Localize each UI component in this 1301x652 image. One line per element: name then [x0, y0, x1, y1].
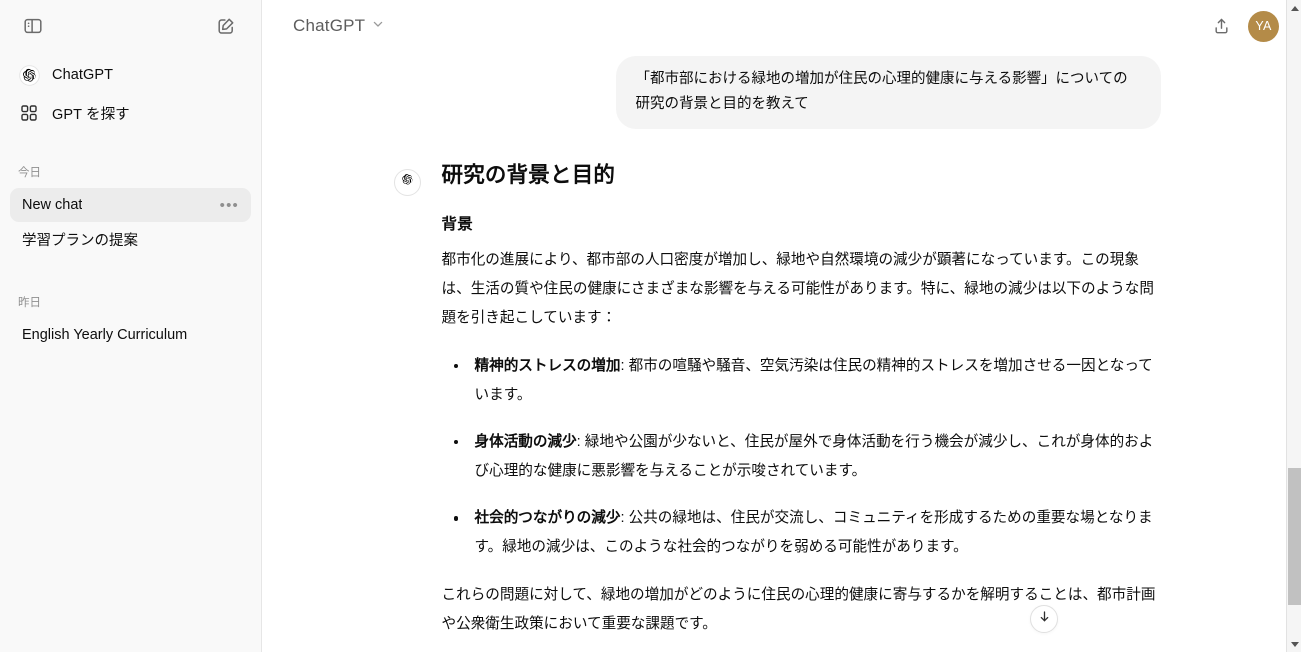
compose-icon: [216, 16, 236, 36]
list-item: 身体活動の減少: 緑地や公園が少ないと、住民が屋外で身体活動を行う機会が減少し、…: [442, 428, 1161, 486]
share-upload-icon: [1212, 17, 1231, 36]
chat-options-icon[interactable]: •••: [220, 198, 243, 213]
scroll-up-arrow-icon[interactable]: [1287, 0, 1301, 16]
response-paragraph-1: 都市化の進展により、都市部の人口密度が増加し、緑地や自然環境の減少が顕著になって…: [441, 251, 1154, 327]
chat-history-item-new-chat[interactable]: New chat •••: [10, 188, 251, 222]
assistant-message-row: 研究の背景と目的 背景 都市化の進展により、都市部の人口密度が増加し、緑地や自然…: [389, 160, 1161, 652]
new-chat-button[interactable]: [209, 9, 243, 43]
chat-history-item-title: English Yearly Curriculum: [22, 327, 188, 343]
sidebar-toggle-button[interactable]: [16, 9, 50, 43]
chat-history-list-today: New chat ••• 学習プランの提案: [0, 188, 261, 256]
chat-history-item-study-plan[interactable]: 学習プランの提案: [10, 222, 251, 256]
sidebar-nav: ChatGPT GPT を探す: [0, 56, 261, 132]
share-button[interactable]: [1204, 9, 1238, 43]
scroll-to-bottom-button[interactable]: [1030, 605, 1058, 633]
chat-history-item-title: New chat: [22, 197, 83, 213]
sidebar-item-chatgpt[interactable]: ChatGPT: [10, 56, 251, 94]
scrollbar-thumb[interactable]: [1288, 468, 1301, 605]
response-subheading-background: 背景: [441, 215, 473, 233]
user-message-bubble: 「都市部における緑地の増加が住民の心理的健康に与える影響」についての研究の背景と…: [615, 56, 1161, 129]
conversation-inner: 「都市部における緑地の増加が住民の心理的健康に与える影響」についての研究の背景と…: [389, 52, 1161, 652]
sidebar-item-label: GPT を探す: [52, 106, 130, 123]
sidebar-toggle-icon: [23, 16, 43, 36]
model-name-label: ChatGPT: [293, 16, 366, 35]
history-section-title-yesterday: 昨日: [18, 297, 41, 309]
assistant-avatar: [393, 168, 421, 196]
conversation-thread: 「都市部における緑地の増加が住民の心理的健康に与える影響」についての研究の背景と…: [262, 52, 1287, 652]
list-item-term: 社会的つながりの減少: [474, 510, 621, 527]
list-item-term: 身体活動の減少: [474, 433, 577, 450]
chat-history-item-english-curriculum[interactable]: English Yearly Curriculum: [10, 318, 251, 352]
sidebar-item-label: ChatGPT: [52, 67, 114, 83]
list-item: 社会的つながりの減少: 公共の緑地は、住民が交流し、コミュニティを形成するための…: [442, 504, 1161, 562]
page-scrollbar[interactable]: [1286, 0, 1301, 652]
chatgpt-app-window: ChatGPT GPT を探す 今日 New chat ••• 学習プランの提案…: [0, 0, 1301, 652]
model-selector-button[interactable]: ChatGPT: [284, 9, 394, 43]
user-message-row: 「都市部における緑地の増加が住民の心理的健康に与える影響」についての研究の背景と…: [389, 52, 1161, 129]
openai-logo-icon: [18, 64, 40, 86]
response-bullet-list: 精神的ストレスの増加: 都市の喧騒や騒音、空気汚染は住民の精神的ストレスを増加さ…: [442, 352, 1161, 563]
sidebar-header: [0, 0, 261, 52]
scroll-down-arrow-icon[interactable]: [1287, 636, 1301, 652]
chat-history-list-yesterday: English Yearly Curriculum: [0, 318, 261, 352]
arrow-down-icon: [1037, 609, 1052, 629]
main-panel: ChatGPT YA 「都市部における緑地の増加が住民の心理的健康に与える影響」…: [262, 0, 1301, 652]
openai-logo-icon: [399, 171, 416, 193]
list-item-separator: :: [576, 433, 585, 450]
chevron-down-icon: [371, 17, 385, 36]
list-item-separator: :: [620, 357, 629, 374]
sidebar: ChatGPT GPT を探す 今日 New chat ••• 学習プランの提案…: [0, 0, 262, 652]
grid-apps-icon: [18, 102, 40, 124]
history-section-title-today: 今日: [18, 167, 41, 179]
response-heading: 研究の背景と目的: [441, 162, 616, 187]
list-item-separator: :: [620, 510, 629, 527]
list-item-term: 精神的ストレスの増加: [474, 357, 621, 374]
chat-history-item-title: 学習プランの提案: [22, 232, 138, 249]
assistant-message-body: 研究の背景と目的 背景 都市化の進展により、都市部の人口密度が増加し、緑地や自然…: [442, 160, 1161, 652]
list-item: 精神的ストレスの増加: 都市の喧騒や騒音、空気汚染は住民の精神的ストレスを増加さ…: [442, 352, 1161, 410]
user-avatar[interactable]: YA: [1248, 10, 1279, 42]
top-bar: ChatGPT YA: [262, 0, 1301, 52]
sidebar-item-explore-gpts[interactable]: GPT を探す: [10, 94, 251, 132]
top-bar-actions: YA: [1204, 9, 1285, 43]
